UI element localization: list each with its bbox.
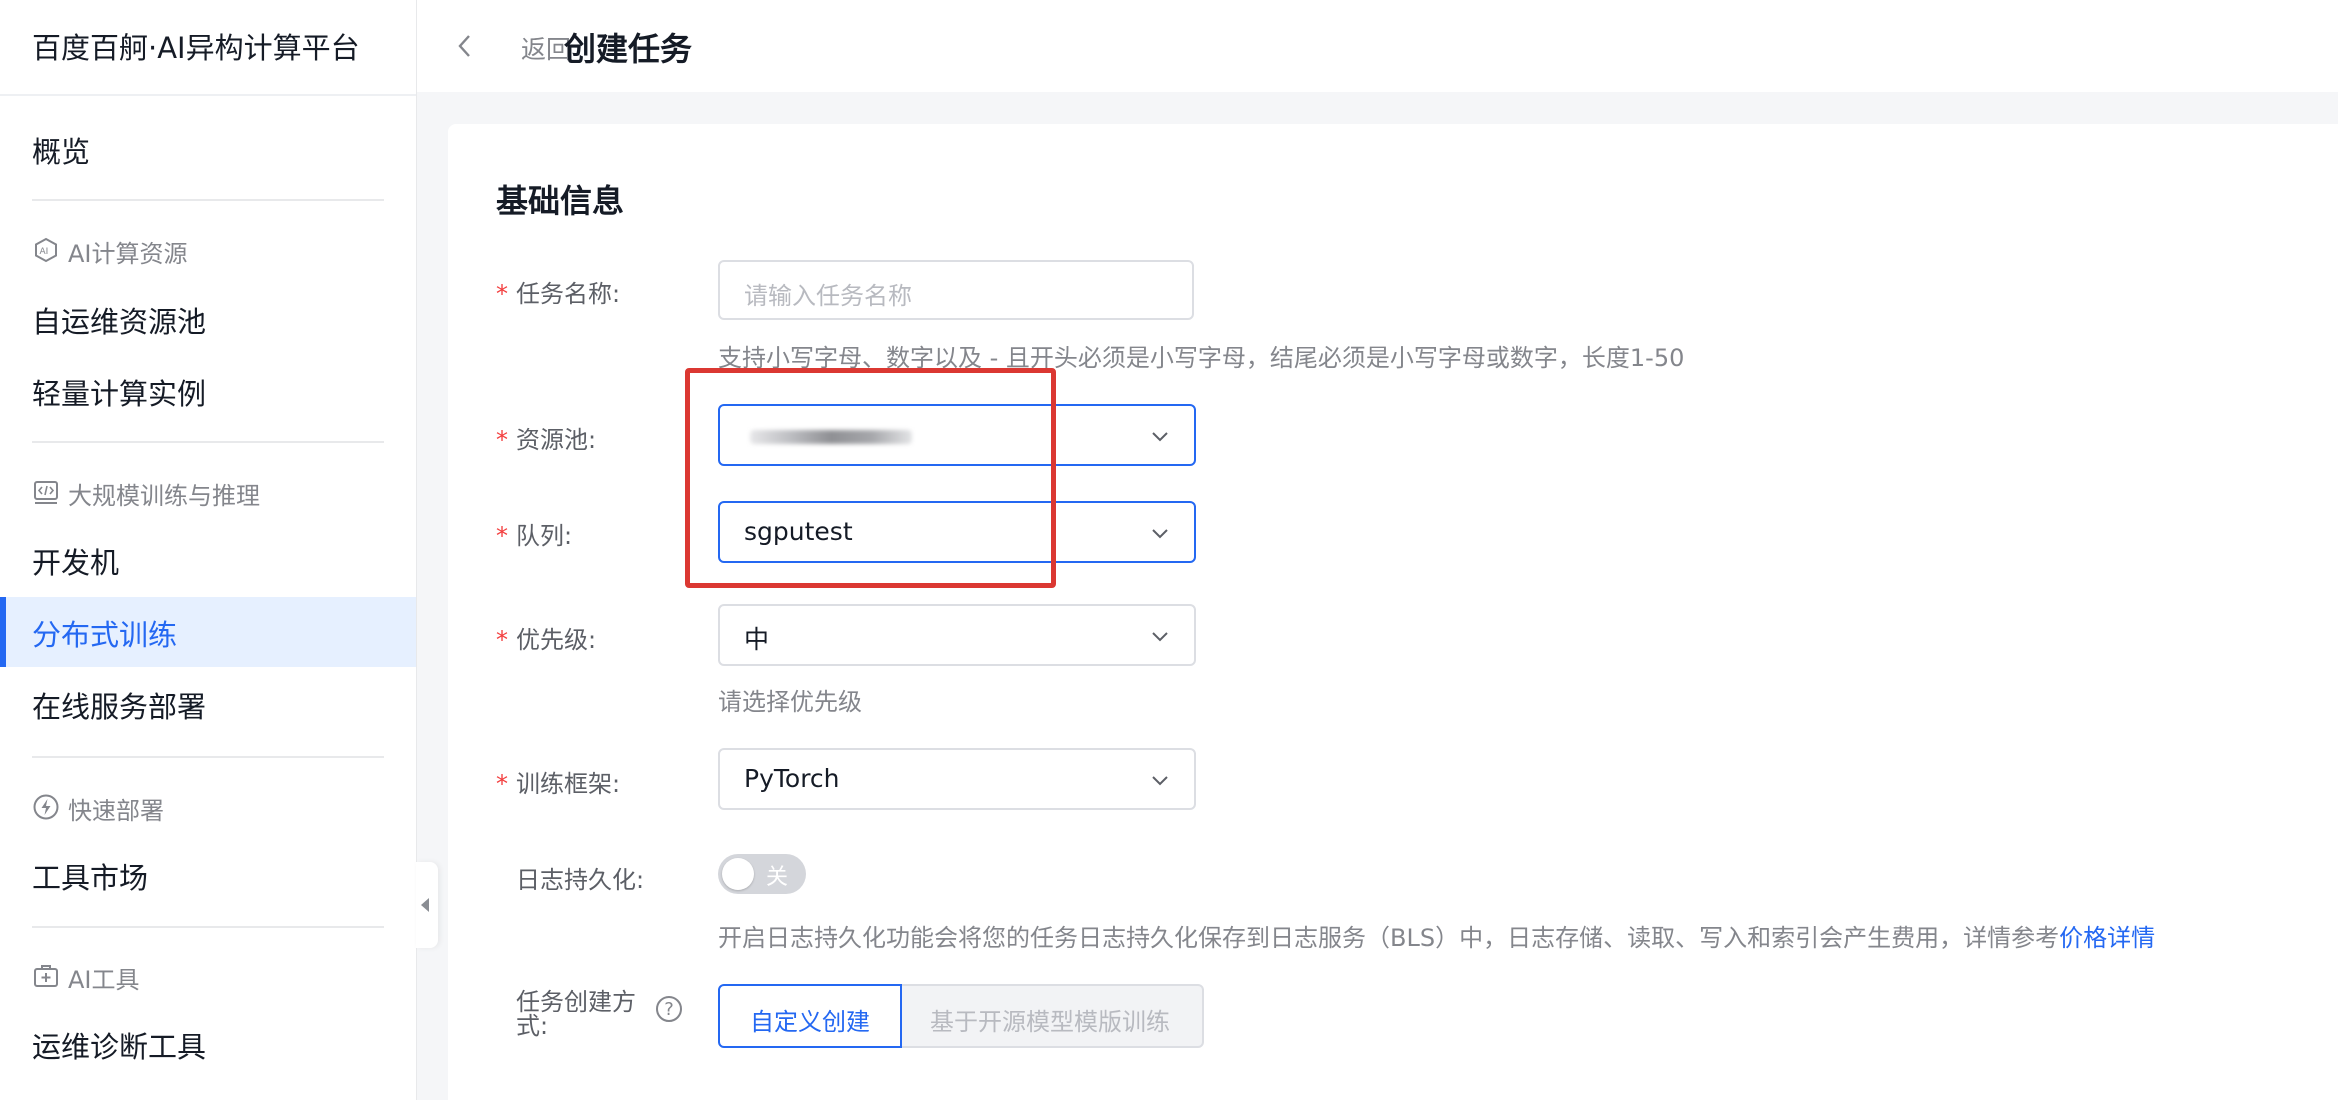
sidebar-group-label: 快速部署 — [68, 797, 164, 825]
ai-chip-icon: AI — [35, 237, 57, 263]
sidebar-item-label: 工具市场 — [32, 861, 149, 895]
framework-value: PyTorch — [744, 764, 840, 793]
queue-label: * 队列: — [496, 522, 573, 550]
sidebar-item-overview[interactable]: 概览 — [0, 114, 416, 184]
create-mode-template-button[interactable]: 基于开源模型模版训练 — [902, 984, 1204, 1048]
sidebar-item-dev-machine[interactable]: 开发机 — [0, 525, 416, 595]
sidebar-collapse-button[interactable] — [416, 862, 438, 948]
chevron-left-icon — [458, 35, 470, 57]
sidebar-item-self-ops-pool[interactable]: 自运维资源池 — [0, 284, 416, 354]
code-window-icon — [34, 481, 58, 504]
required-mark: * — [496, 626, 508, 654]
sidebar-divider — [32, 441, 384, 443]
chevron-down-icon — [1152, 632, 1168, 642]
price-detail-link[interactable]: 价格详情 — [2059, 924, 2155, 952]
sidebar-divider — [32, 756, 384, 758]
sidebar-item-label: 开发机 — [32, 546, 120, 580]
task-name-placeholder: 请输入任务名称 — [744, 282, 912, 310]
sidebar-item-label: 在线服务部署 — [32, 690, 207, 724]
priority-help: 请选择优先级 — [718, 688, 862, 716]
create-mode-custom-button[interactable]: 自定义创建 — [718, 984, 902, 1048]
sidebar-group-label: AI工具 — [68, 966, 140, 994]
sidebar-divider — [32, 199, 384, 201]
svg-text:AI: AI — [40, 247, 49, 257]
sidebar-item-tool-market[interactable]: 工具市场 — [0, 840, 416, 910]
chevron-down-icon — [1152, 529, 1168, 539]
required-mark: * — [496, 426, 508, 454]
required-mark: * — [496, 280, 508, 308]
log-persist-label: 日志持久化: — [516, 866, 645, 894]
log-persist-help: 开启日志持久化功能会将您的任务日志持久化保存到日志服务（BLS）中，日志存储、读… — [718, 924, 2156, 952]
task-name-label: * 任务名称: — [496, 280, 621, 308]
sidebar-item-label: 概览 — [32, 135, 91, 169]
priority-select[interactable]: 中 — [718, 604, 1196, 666]
chevron-down-icon — [1152, 432, 1168, 442]
section-title: 基础信息 — [496, 182, 625, 220]
sidebar-item-label: 轻量计算实例 — [32, 377, 207, 411]
form-card: 基础信息 * 任务名称: 请输入任务名称 支持小写字母、数字以及 - 且开头必须是… — [448, 124, 2338, 1100]
sidebar-item-label: 分布式训练 — [32, 618, 178, 652]
sidebar-item-label: 运维诊断工具 — [32, 1030, 207, 1064]
log-persist-toggle[interactable]: 关 — [718, 854, 806, 894]
annotation-highlight-box — [685, 368, 1056, 588]
brand-title: 百度百舸·AI异构计算平台 — [32, 31, 360, 65]
sidebar-group-label: 大规模训练与推理 — [68, 482, 260, 510]
sidebar-item-ops-diagnosis[interactable]: 运维诊断工具 — [0, 1009, 416, 1079]
lightning-icon — [33, 794, 59, 820]
sidebar-item-label: 自运维资源池 — [32, 305, 207, 339]
required-mark: * — [496, 770, 508, 798]
sidebar-item-online-service[interactable]: 在线服务部署 — [0, 669, 416, 739]
create-mode-label: 任务创建方 式: — [516, 988, 636, 1040]
sidebar-group-label: AI计算资源 — [68, 240, 188, 268]
page-header: 返回 创建任务 — [417, 0, 2338, 92]
sidebar: 百度百舸·AI异构计算平台 概览 AI AI计算资源 自运维资源池 轻量计算实例… — [0, 0, 417, 1100]
toggle-text: 关 — [766, 865, 789, 890]
framework-label: * 训练框架: — [496, 770, 621, 798]
help-question-icon[interactable]: ? — [656, 996, 682, 1022]
sidebar-divider — [32, 926, 384, 928]
priority-value: 中 — [744, 625, 770, 654]
page-title: 创建任务 — [564, 30, 693, 68]
required-mark: * — [496, 522, 508, 550]
priority-label: * 优先级: — [496, 626, 597, 654]
sidebar-item-distributed-training[interactable]: 分布式训练 — [0, 597, 416, 667]
sidebar-item-light-compute[interactable]: 轻量计算实例 — [0, 356, 416, 426]
toolbox-icon — [34, 965, 58, 987]
toggle-knob — [722, 858, 754, 890]
resource-pool-label: * 资源池: — [496, 426, 597, 454]
task-name-input[interactable]: 请输入任务名称 — [718, 260, 1194, 320]
brand-header: 百度百舸·AI异构计算平台 — [0, 0, 416, 96]
framework-select[interactable]: PyTorch — [718, 748, 1196, 810]
chevron-down-icon — [1152, 776, 1168, 786]
